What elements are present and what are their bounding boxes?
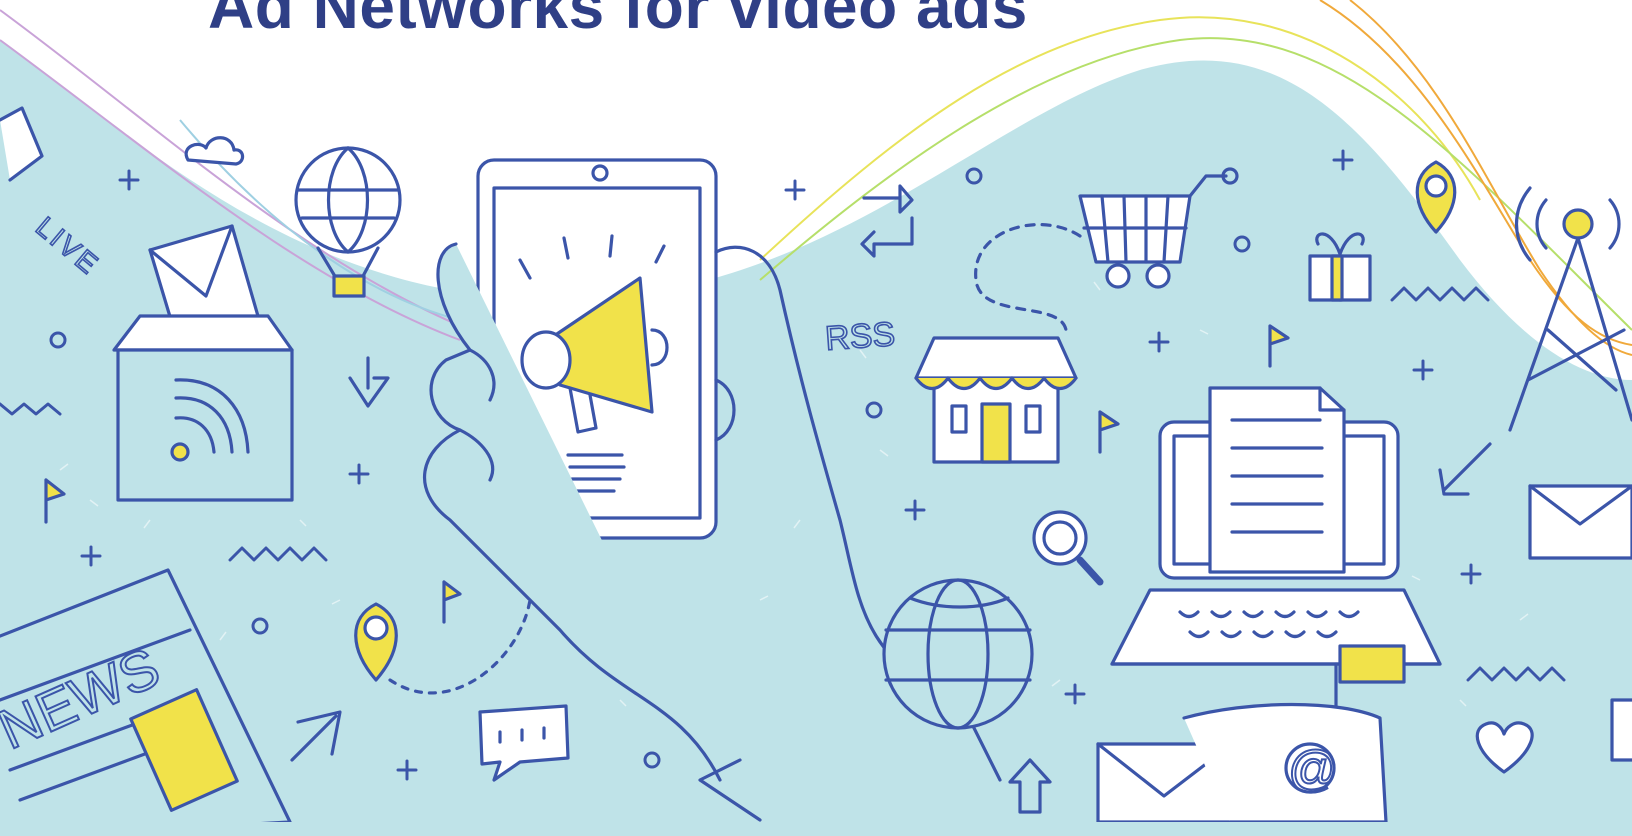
- cloud-icon: [184, 136, 245, 166]
- document-icon: [1208, 386, 1346, 574]
- page-title: Ad Networks for video ads: [208, 0, 1028, 42]
- digital-marketing-illustration: LIVE RSS NEWS @: [0, 0, 1632, 836]
- bottom-band: [0, 822, 1632, 836]
- at-sign-label: @: [1288, 741, 1339, 797]
- illustration-canvas: LIVE RSS NEWS @ Ad Networks for video ad…: [0, 0, 1632, 836]
- store-icon: [914, 336, 1078, 464]
- partial-frame-icon: [1610, 698, 1632, 762]
- rss-label: RSS: [824, 315, 896, 358]
- globe-icon: [882, 578, 1034, 730]
